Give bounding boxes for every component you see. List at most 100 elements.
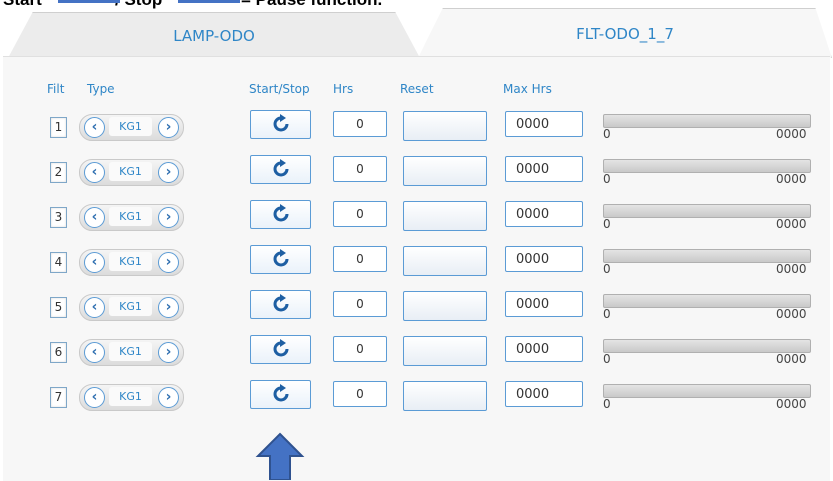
filter-row: 7 ‹ KG1 › 0 0000 0 0000 bbox=[0, 380, 833, 414]
header-start-stop: Start/Stop bbox=[249, 82, 310, 96]
chevron-right-icon: › bbox=[165, 119, 172, 135]
type-value: KG1 bbox=[109, 252, 152, 271]
type-next-button[interactable]: › bbox=[158, 162, 179, 183]
max-hours-field[interactable]: 0000 bbox=[505, 246, 583, 272]
progress-min-label: 0 bbox=[603, 217, 611, 231]
type-selector: ‹ KG1 › bbox=[79, 249, 184, 276]
type-next-button[interactable]: › bbox=[158, 387, 179, 408]
hours-field[interactable]: 0 bbox=[333, 201, 387, 227]
max-hours-field[interactable]: 0000 bbox=[505, 381, 583, 407]
tab-lamp-odo[interactable]: LAMP-ODO bbox=[8, 12, 420, 58]
filter-number: 5 bbox=[50, 297, 67, 318]
header-type: Type bbox=[87, 82, 115, 96]
hours-field[interactable]: 0 bbox=[333, 336, 387, 362]
tab-flt-odo[interactable]: FLT-ODO_1_7 bbox=[418, 8, 832, 58]
progress-max-label: 0000 bbox=[776, 127, 807, 141]
max-hours-field[interactable]: 0000 bbox=[505, 336, 583, 362]
start-stop-button[interactable] bbox=[250, 110, 311, 139]
header-filt: Filt bbox=[47, 82, 65, 96]
hours-progress-bar bbox=[603, 384, 811, 398]
type-prev-button[interactable]: ‹ bbox=[84, 387, 105, 408]
type-next-button[interactable]: › bbox=[158, 342, 179, 363]
tab-flt-odo-label: FLT-ODO_1_7 bbox=[576, 24, 674, 43]
hours-progress-bar bbox=[603, 294, 811, 308]
refresh-icon bbox=[273, 339, 289, 357]
reset-button[interactable] bbox=[403, 246, 487, 276]
refresh-icon bbox=[273, 114, 289, 132]
progress-max-label: 0000 bbox=[776, 307, 807, 321]
filter-number: 6 bbox=[50, 342, 67, 363]
filter-number: 2 bbox=[50, 162, 67, 183]
max-hours-field[interactable]: 0000 bbox=[505, 291, 583, 317]
progress-max-label: 0000 bbox=[776, 217, 807, 231]
chevron-left-icon: ‹ bbox=[91, 344, 98, 360]
refresh-icon bbox=[273, 249, 289, 267]
filter-number: 1 bbox=[50, 117, 67, 138]
progress-max-label: 0000 bbox=[776, 172, 807, 186]
start-stop-button[interactable] bbox=[250, 200, 311, 229]
reset-button[interactable] bbox=[403, 291, 487, 321]
max-hours-field[interactable]: 0000 bbox=[505, 111, 583, 137]
type-value: KG1 bbox=[109, 117, 152, 136]
hours-field[interactable]: 0 bbox=[333, 156, 387, 182]
filter-number: 4 bbox=[50, 252, 67, 273]
chevron-left-icon: ‹ bbox=[91, 164, 98, 180]
filter-row: 4 ‹ KG1 › 0 0000 0 0000 bbox=[0, 245, 833, 279]
reset-button[interactable] bbox=[403, 156, 487, 186]
progress-min-label: 0 bbox=[603, 397, 611, 411]
tab-bar: LAMP-ODO FLT-ODO_1_7 bbox=[0, 0, 833, 58]
start-stop-button[interactable] bbox=[250, 245, 311, 274]
filter-row: 6 ‹ KG1 › 0 0000 0 0000 bbox=[0, 335, 833, 369]
progress-min-label: 0 bbox=[603, 307, 611, 321]
type-next-button[interactable]: › bbox=[158, 252, 179, 273]
tab-lamp-odo-label: LAMP-ODO bbox=[173, 26, 255, 45]
header-hrs: Hrs bbox=[333, 82, 354, 96]
type-value: KG1 bbox=[109, 162, 152, 181]
type-next-button[interactable]: › bbox=[158, 117, 179, 138]
filter-row: 1 ‹ KG1 › 0 0000 0 0000 bbox=[0, 110, 833, 144]
type-prev-button[interactable]: ‹ bbox=[84, 297, 105, 318]
hours-field[interactable]: 0 bbox=[333, 111, 387, 137]
start-stop-button[interactable] bbox=[250, 155, 311, 184]
max-hours-field[interactable]: 0000 bbox=[505, 201, 583, 227]
reset-button[interactable] bbox=[403, 201, 487, 231]
chevron-right-icon: › bbox=[165, 299, 172, 315]
reset-button[interactable] bbox=[403, 381, 487, 411]
start-stop-button[interactable] bbox=[250, 335, 311, 364]
reset-button[interactable] bbox=[403, 111, 487, 141]
chevron-left-icon: ‹ bbox=[91, 389, 98, 405]
hours-field[interactable]: 0 bbox=[333, 246, 387, 272]
type-selector: ‹ KG1 › bbox=[79, 294, 184, 321]
filter-number: 7 bbox=[50, 387, 67, 408]
start-stop-button[interactable] bbox=[250, 290, 311, 319]
chevron-right-icon: › bbox=[165, 209, 172, 225]
type-prev-button[interactable]: ‹ bbox=[84, 252, 105, 273]
chevron-left-icon: ‹ bbox=[91, 209, 98, 225]
hours-field[interactable]: 0 bbox=[333, 291, 387, 317]
type-next-button[interactable]: › bbox=[158, 297, 179, 318]
up-arrow-icon bbox=[255, 432, 305, 480]
type-prev-button[interactable]: ‹ bbox=[84, 162, 105, 183]
filter-number: 3 bbox=[50, 207, 67, 228]
reset-button[interactable] bbox=[403, 336, 487, 366]
filter-row: 5 ‹ KG1 › 0 0000 0 0000 bbox=[0, 290, 833, 324]
progress-max-label: 0000 bbox=[776, 352, 807, 366]
filter-row: 2 ‹ KG1 › 0 0000 0 0000 bbox=[0, 155, 833, 189]
chevron-right-icon: › bbox=[165, 389, 172, 405]
type-prev-button[interactable]: ‹ bbox=[84, 117, 105, 138]
type-prev-button[interactable]: ‹ bbox=[84, 207, 105, 228]
chevron-left-icon: ‹ bbox=[91, 119, 98, 135]
start-stop-button[interactable] bbox=[250, 380, 311, 409]
header-max-hrs: Max Hrs bbox=[503, 82, 552, 96]
type-next-button[interactable]: › bbox=[158, 207, 179, 228]
type-selector: ‹ KG1 › bbox=[79, 384, 184, 411]
max-hours-field[interactable]: 0000 bbox=[505, 156, 583, 182]
refresh-icon bbox=[273, 159, 289, 177]
type-prev-button[interactable]: ‹ bbox=[84, 342, 105, 363]
type-value: KG1 bbox=[109, 342, 152, 361]
type-selector: ‹ KG1 › bbox=[79, 114, 184, 141]
refresh-icon bbox=[273, 384, 289, 402]
type-value: KG1 bbox=[109, 207, 152, 226]
type-value: KG1 bbox=[109, 387, 152, 406]
hours-field[interactable]: 0 bbox=[333, 381, 387, 407]
